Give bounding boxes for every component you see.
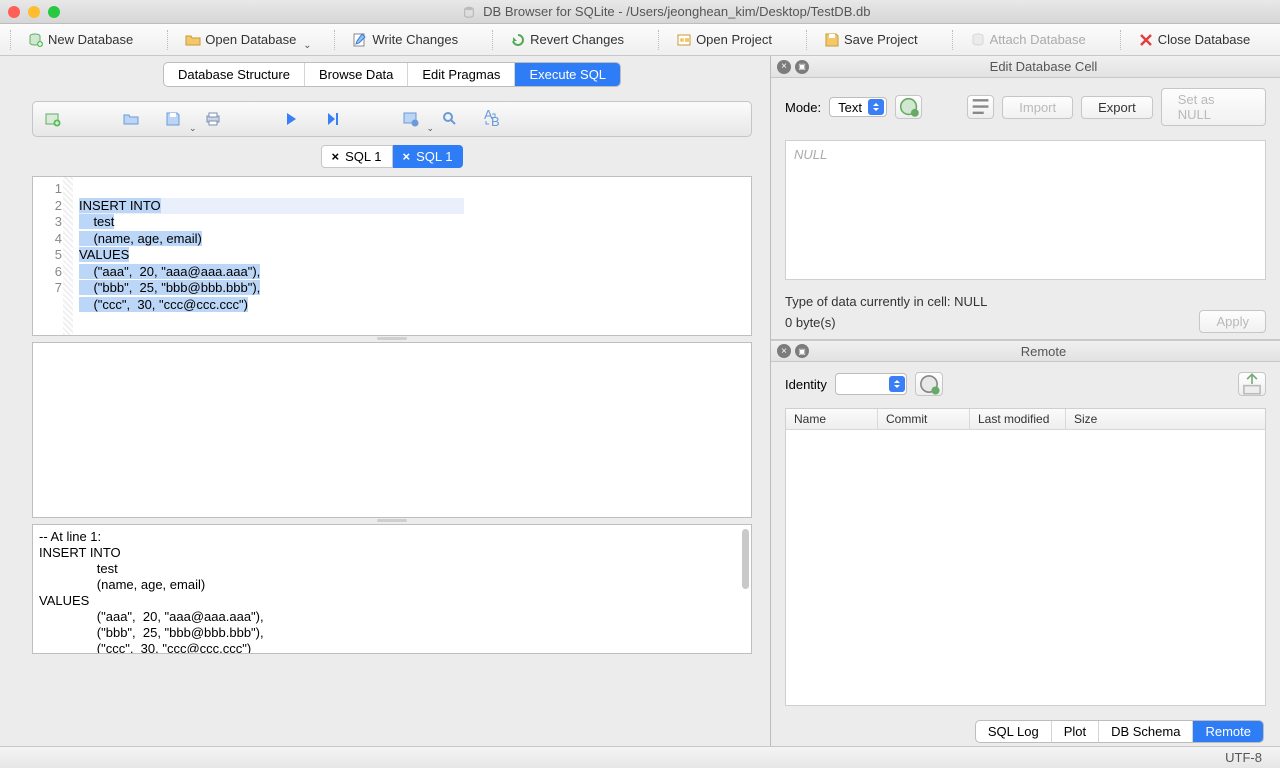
import-button: Import bbox=[1002, 96, 1073, 119]
revert-changes-button[interactable]: Revert Changes bbox=[502, 29, 632, 51]
save-results-icon[interactable] bbox=[401, 109, 421, 129]
attach-database-button: Attach Database bbox=[962, 29, 1094, 51]
tab-db-schema[interactable]: DB Schema bbox=[1099, 721, 1193, 742]
sql-toolbar: ⌄ ⌄ AB bbox=[32, 101, 752, 137]
edit-cell-panel: Mode: Text Import Export Set as NULL NUL… bbox=[771, 78, 1280, 340]
print-icon[interactable] bbox=[203, 109, 223, 129]
cell-value-textarea[interactable]: NULL bbox=[785, 140, 1266, 280]
sql-editor-tab-1[interactable]: ×SQL 1 bbox=[321, 145, 393, 168]
titlebar: DB Browser for SQLite - /Users/jeonghean… bbox=[0, 0, 1280, 24]
close-tab-icon[interactable]: × bbox=[403, 149, 411, 164]
tab-database-structure[interactable]: Database Structure bbox=[164, 63, 305, 86]
remote-panel-title: Remote bbox=[813, 344, 1274, 359]
format-icon[interactable] bbox=[895, 95, 922, 119]
right-pane: × ▣ Edit Database Cell Mode: Text Import… bbox=[770, 56, 1280, 746]
cell-panel-title: Edit Database Cell bbox=[813, 59, 1274, 74]
identity-label: Identity bbox=[785, 377, 827, 392]
results-pane[interactable] bbox=[32, 342, 752, 518]
col-modified[interactable]: Last modified bbox=[970, 409, 1066, 429]
main-toolbar: New Database Open Database ⌄ Write Chang… bbox=[0, 24, 1280, 56]
close-panel-icon[interactable]: × bbox=[777, 344, 791, 358]
refresh-remote-icon[interactable] bbox=[915, 372, 943, 396]
close-panel-icon[interactable]: × bbox=[777, 60, 791, 74]
detach-panel-icon[interactable]: ▣ bbox=[795, 60, 809, 74]
tab-remote[interactable]: Remote bbox=[1193, 721, 1263, 742]
scrollbar-thumb[interactable] bbox=[742, 529, 749, 589]
window-title: DB Browser for SQLite - /Users/jeonghean… bbox=[60, 4, 1272, 20]
tab-sql-log[interactable]: SQL Log bbox=[976, 721, 1052, 742]
close-window-button[interactable] bbox=[8, 6, 20, 18]
zoom-window-button[interactable] bbox=[48, 6, 60, 18]
close-tab-icon[interactable]: × bbox=[332, 149, 340, 164]
save-sql-file-icon[interactable] bbox=[163, 109, 183, 129]
mode-select[interactable]: Text bbox=[829, 97, 887, 117]
identity-select[interactable] bbox=[835, 373, 907, 395]
splitter-handle[interactable] bbox=[32, 336, 752, 342]
mode-label: Mode: bbox=[785, 100, 821, 115]
open-project-button[interactable]: Open Project bbox=[668, 29, 780, 51]
sql-editor[interactable]: 1234567 INSERT INTO test (name, age, ema… bbox=[32, 176, 752, 336]
remote-panel-header: × ▣ Remote bbox=[771, 340, 1280, 362]
set-null-button: Set as NULL bbox=[1161, 88, 1266, 126]
save-results-dropdown-icon[interactable]: ⌄ bbox=[427, 123, 435, 134]
new-sql-tab-icon[interactable] bbox=[43, 109, 63, 129]
log-text: -- At line 1: INSERT INTO test (name, ag… bbox=[39, 529, 415, 654]
tab-plot[interactable]: Plot bbox=[1052, 721, 1099, 742]
tab-browse-data[interactable]: Browse Data bbox=[305, 63, 408, 86]
remote-panel: Identity Name Commit Last modified Size bbox=[771, 362, 1280, 746]
status-bar: UTF-8 bbox=[0, 746, 1280, 768]
cell-panel-header: × ▣ Edit Database Cell bbox=[771, 56, 1280, 78]
save-dropdown-icon[interactable]: ⌄ bbox=[189, 123, 197, 134]
col-commit[interactable]: Commit bbox=[878, 409, 970, 429]
minimize-window-button[interactable] bbox=[28, 6, 40, 18]
apply-button: Apply bbox=[1199, 310, 1266, 333]
wrap-icon[interactable] bbox=[967, 95, 994, 119]
find-icon[interactable] bbox=[440, 109, 460, 129]
cell-type-label: Type of data currently in cell: NULL bbox=[785, 294, 1266, 309]
status-encoding: UTF-8 bbox=[1225, 750, 1262, 765]
detach-panel-icon[interactable]: ▣ bbox=[795, 344, 809, 358]
editor-gutter: 1234567 bbox=[33, 177, 73, 335]
run-icon[interactable] bbox=[281, 109, 301, 129]
open-database-button[interactable]: Open Database bbox=[177, 29, 304, 51]
open-sql-file-icon[interactable] bbox=[121, 109, 141, 129]
export-button[interactable]: Export bbox=[1081, 96, 1153, 119]
open-database-dropdown[interactable]: ⌄ bbox=[302, 28, 312, 51]
run-line-icon[interactable] bbox=[323, 109, 343, 129]
remote-table[interactable]: Name Commit Last modified Size bbox=[785, 408, 1266, 706]
close-database-button[interactable]: Close Database bbox=[1130, 29, 1259, 51]
tab-execute-sql[interactable]: Execute SQL bbox=[515, 63, 620, 86]
main-tabs: Database Structure Browse Data Edit Prag… bbox=[163, 62, 621, 87]
save-project-button[interactable]: Save Project bbox=[816, 29, 926, 51]
write-changes-button[interactable]: Write Changes bbox=[344, 29, 466, 51]
sql-editor-tab-2[interactable]: ×SQL 1 bbox=[393, 145, 464, 168]
messages-pane[interactable]: -- At line 1: INSERT INTO test (name, ag… bbox=[32, 524, 752, 654]
col-size[interactable]: Size bbox=[1066, 409, 1265, 429]
tab-edit-pragmas[interactable]: Edit Pragmas bbox=[408, 63, 515, 86]
bottom-tabs: SQL Log Plot DB Schema Remote bbox=[975, 720, 1264, 743]
find-replace-icon[interactable]: AB bbox=[482, 109, 502, 129]
left-pane: Database Structure Browse Data Edit Prag… bbox=[0, 56, 770, 746]
col-name[interactable]: Name bbox=[786, 409, 878, 429]
window-controls bbox=[8, 6, 60, 18]
push-remote-icon[interactable] bbox=[1238, 372, 1266, 396]
editor-code[interactable]: INSERT INTO test (name, age, email) VALU… bbox=[73, 177, 470, 335]
new-database-button[interactable]: New Database bbox=[20, 29, 141, 51]
